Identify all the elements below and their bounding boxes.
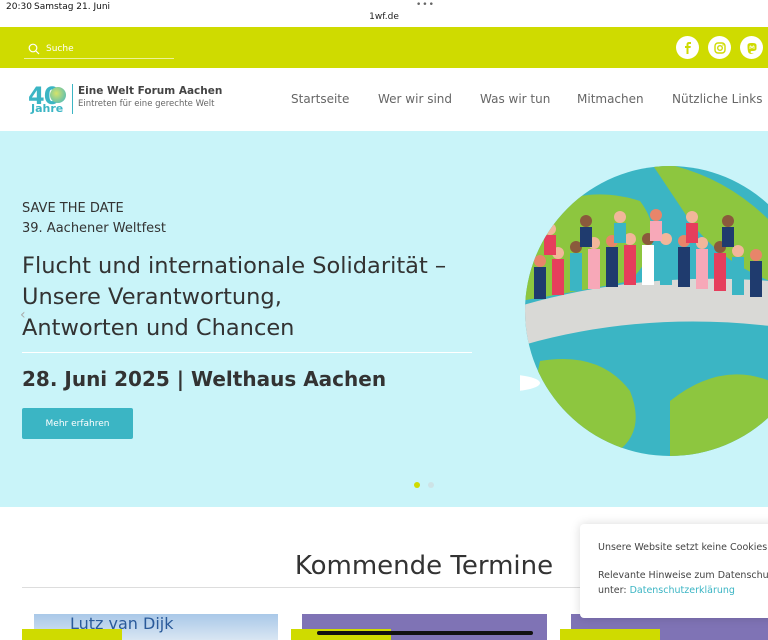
clock: 20:30	[6, 2, 32, 12]
globe-crowd-illustration	[520, 166, 768, 456]
logo-title: Eine Welt Forum Aachen	[78, 85, 223, 97]
search-placeholder: Suche	[46, 43, 74, 54]
nav-item-mitmachen[interactable]: Mitmachen	[577, 92, 644, 106]
site-header: 40 Jahre Eine Welt Forum Aachen Eintrete…	[0, 68, 768, 131]
cookie-notice: Unsere Website setzt keine Cookies. Rele…	[580, 524, 768, 618]
logo-divider	[72, 84, 73, 114]
top-bar: Suche	[0, 27, 768, 68]
cookie-text: unter: Datenschutzerklärung	[598, 585, 735, 596]
browser-status-bar: 20:30 Samstag 21. Juni ••• 1wf.de	[0, 0, 768, 27]
instagram-icon	[713, 41, 726, 54]
mastodon-icon	[747, 42, 756, 54]
nav-item-nuetzliche-links[interactable]: Nützliche Links	[672, 92, 762, 106]
facebook-button[interactable]	[676, 36, 699, 59]
hero-headline-line: Flucht und internationale Solidarität –	[22, 253, 447, 279]
slider-dot[interactable]	[428, 482, 434, 488]
globe-logo-icon	[50, 87, 66, 103]
site-logo[interactable]: 40 Jahre Eine Welt Forum Aachen Eintrete…	[28, 82, 222, 118]
facebook-icon	[684, 41, 691, 54]
event-card-tag	[560, 629, 660, 640]
mehr-erfahren-button[interactable]: Mehr erfahren	[22, 408, 133, 439]
privacy-policy-link[interactable]: Datenschutzerklärung	[630, 585, 735, 596]
cookie-link-prefix: unter:	[598, 585, 630, 596]
logo-subtitle: Eintreten für eine gerechte Welt	[78, 99, 215, 109]
address-bar[interactable]: 1wf.de	[0, 12, 768, 22]
hero-date-location: 28. Juni 2025 | Welthaus Aachen	[22, 367, 387, 391]
slider-prev-arrow-icon[interactable]: ‹	[20, 307, 26, 323]
mastodon-button[interactable]	[740, 36, 763, 59]
hero-event-name: 39. Aachener Weltfest	[22, 221, 167, 236]
hero-kicker: SAVE THE DATE	[22, 201, 124, 216]
search-icon	[28, 43, 40, 54]
nav-item-was-wir-tun[interactable]: Was wir tun	[480, 92, 550, 106]
hero-slider: SAVE THE DATE 39. Aachener Weltfest Fluc…	[0, 131, 768, 507]
event-card-tag	[22, 629, 122, 640]
home-indicator	[317, 631, 533, 635]
hero-divider	[22, 352, 472, 353]
hero-headline-line: Antworten und Chancen	[22, 315, 295, 341]
instagram-button[interactable]	[708, 36, 731, 59]
cookie-text: Relevante Hinweise zum Datenschutz	[598, 570, 768, 581]
logo-jahre: Jahre	[31, 102, 64, 115]
nav-item-startseite[interactable]: Startseite	[291, 92, 349, 106]
section-divider	[22, 587, 582, 588]
nav-item-wer-wir-sind[interactable]: Wer wir sind	[378, 92, 452, 106]
date: Samstag 21. Juni	[34, 2, 111, 12]
more-dots-icon[interactable]: •••	[416, 0, 435, 10]
slider-dot-active[interactable]	[414, 482, 420, 488]
hero-headline-line: Unsere Verantwortung,	[22, 284, 282, 310]
cookie-text: Unsere Website setzt keine Cookies.	[598, 542, 768, 553]
search-field[interactable]: Suche	[24, 39, 174, 59]
hero-headline: Flucht und internationale Solidarität – …	[22, 251, 492, 344]
